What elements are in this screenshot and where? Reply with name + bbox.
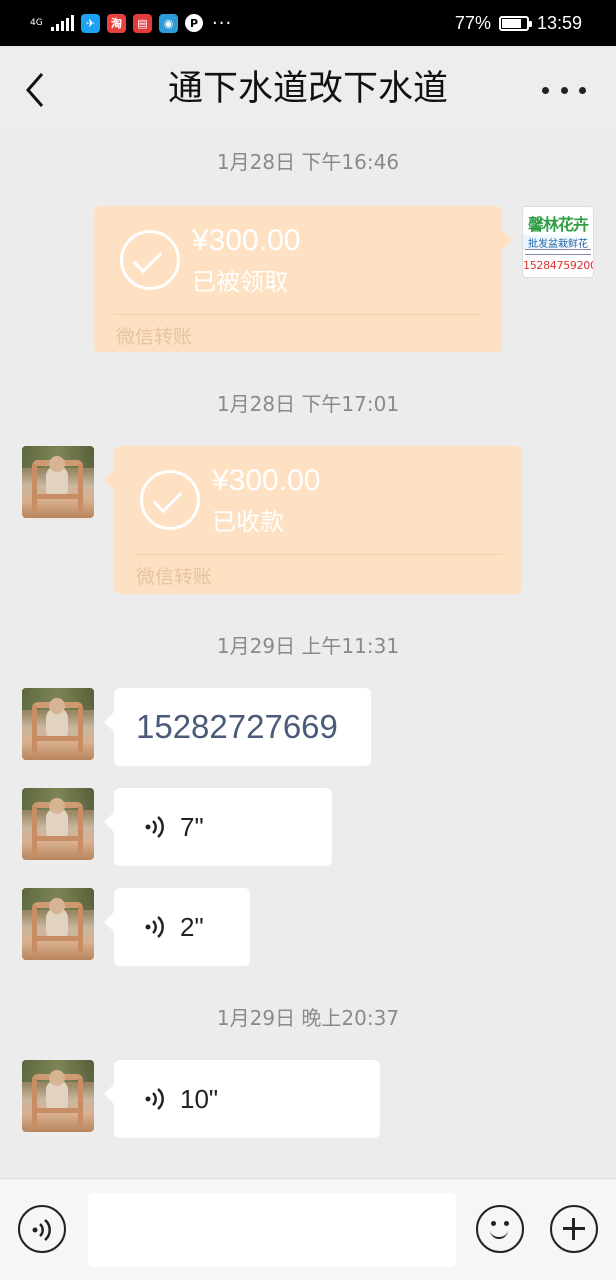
smile-icon: [490, 1227, 508, 1239]
avatar-brand-name: 馨林花卉: [527, 215, 589, 234]
transfer-amount: ¥300.00: [212, 464, 321, 497]
text-message[interactable]: 15282727669: [104, 688, 371, 766]
dot-icon: [542, 86, 549, 94]
message-list[interactable]: 1月28日 下午16:46 ¥300.00 已被领取 微信转账 馨林花卉 批发盆…: [0, 132, 616, 1178]
more-actions-button[interactable]: [550, 1205, 598, 1253]
divider: [114, 314, 482, 315]
emoji-eye: [491, 1221, 496, 1226]
more-options-button[interactable]: [542, 78, 586, 102]
voice-message[interactable]: 10": [104, 1060, 380, 1138]
chat-header: 通下水道改下水道: [0, 46, 616, 132]
transfer-footer: 微信转账: [136, 566, 213, 588]
timestamp: 1月29日 晚上20:37: [216, 1006, 400, 1030]
signal-strength-icon: [51, 15, 74, 31]
contact-avatar[interactable]: [22, 788, 94, 860]
contact-avatar[interactable]: [22, 888, 94, 960]
avatar-tagline: 批发盆栽鲜花: [523, 235, 593, 250]
voice-duration: 7": [180, 812, 204, 842]
network-type: 4G: [30, 17, 43, 28]
voice-wave-icon: [32, 1219, 51, 1241]
divider: [134, 554, 502, 555]
input-bar: [0, 1178, 616, 1280]
status-bar: 4G ✈ 淘 ▤ ◉ P ··· 77% 13:59: [0, 0, 616, 46]
self-avatar[interactable]: 馨林花卉 批发盆栽鲜花 15284759200: [522, 206, 594, 278]
voice-message[interactable]: 2": [104, 888, 250, 966]
timestamp: 1月28日 下午17:01: [216, 392, 400, 416]
voice-duration: 10": [180, 1084, 219, 1114]
chat-title: 通下水道改下水道: [167, 69, 448, 109]
voice-input-button[interactable]: [18, 1205, 66, 1253]
taobao-icon: 淘: [107, 13, 126, 33]
avatar-lines: [525, 249, 591, 255]
weibo-icon: ◉: [159, 13, 178, 33]
transfer-state: 已被领取: [192, 268, 288, 296]
transfer-message[interactable]: ¥300.00 已收款 微信转账: [104, 446, 522, 594]
transfer-amount: ¥300.00: [192, 224, 301, 257]
contact-avatar[interactable]: [22, 446, 94, 518]
p-icon: P: [185, 14, 203, 32]
dot-icon: [579, 86, 586, 94]
voice-wave-icon: [145, 816, 164, 838]
transfer-footer: 微信转账: [116, 326, 193, 348]
battery-icon: [498, 15, 532, 31]
contact-avatar[interactable]: [22, 688, 94, 760]
avatar-phone: 15284759200: [523, 259, 594, 272]
voice-message[interactable]: 7": [104, 788, 332, 866]
checkmark-circle-icon: [140, 470, 200, 530]
emoji-button[interactable]: [476, 1205, 524, 1253]
emoji-eye: [504, 1221, 509, 1226]
voice-duration: 2": [180, 912, 204, 942]
timestamp: 1月29日 上午11:31: [216, 634, 400, 658]
contact-avatar[interactable]: [22, 1060, 94, 1132]
twitter-bird-icon: ✈: [81, 13, 100, 33]
red-book-icon: ▤: [133, 13, 152, 33]
voice-wave-icon: [145, 916, 164, 938]
battery-percent: 77%: [454, 12, 491, 33]
checkmark-circle-icon: [120, 230, 180, 290]
dot-icon: [560, 86, 568, 94]
transfer-message[interactable]: ¥300.00 已被领取 微信转账: [94, 206, 512, 352]
message-input[interactable]: [88, 1193, 456, 1267]
phone-number-link[interactable]: 15282727669: [136, 708, 338, 745]
clock: 13:59: [536, 12, 582, 33]
transfer-state: 已收款: [212, 508, 284, 536]
voice-wave-icon: [145, 1088, 164, 1110]
timestamp: 1月28日 下午16:46: [216, 150, 400, 174]
status-overflow-icon: ···: [212, 12, 233, 34]
